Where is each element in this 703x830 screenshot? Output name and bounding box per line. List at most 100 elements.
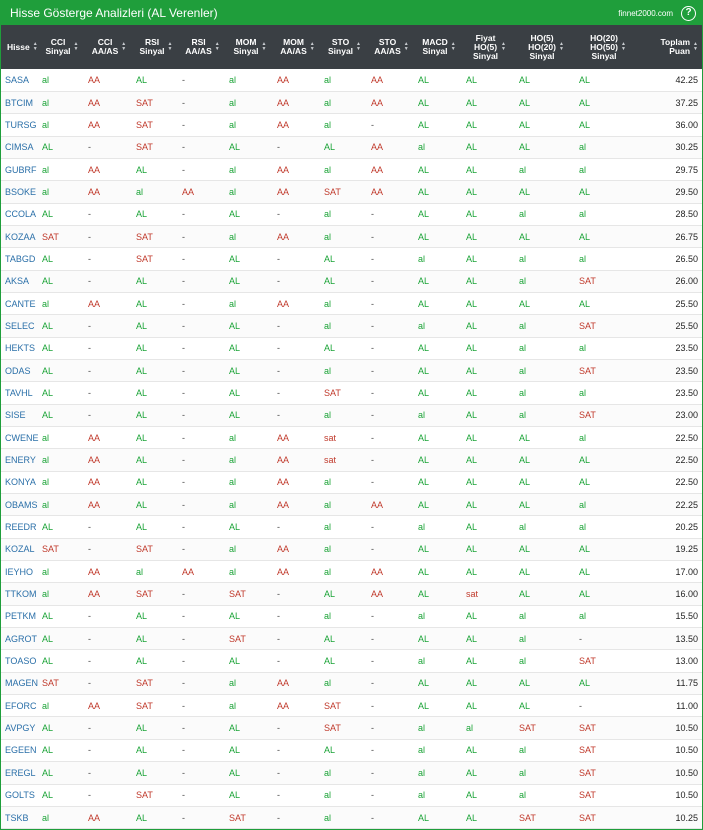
column-header-2[interactable]: CCI AA/AS ▲ ▼: [85, 25, 133, 69]
column-header-12[interactable]: HO(20) HO(50) Sinyal ▲ ▼: [576, 25, 640, 69]
sort-arrows-icon[interactable]: ▲ ▼: [74, 42, 79, 52]
table-row[interactable]: EREGL AL - AL - AL - al - al AL al SAT 10.50: [1, 761, 702, 784]
table-row[interactable]: CWENE al AA AL - al AA sat - AL AL AL al 22.50: [1, 426, 702, 449]
stock-symbol-link[interactable]: EREGL: [1, 762, 39, 784]
stock-symbol-link[interactable]: ODAS: [1, 359, 39, 381]
stock-symbol-link[interactable]: EGEEN: [1, 739, 39, 761]
stock-symbol-link[interactable]: KOZAA: [1, 225, 39, 247]
column-header-4[interactable]: RSI AA/AS ▲ ▼: [179, 25, 226, 69]
table-row[interactable]: SISE AL - AL - AL - al - al AL al SAT 23.00: [1, 404, 702, 427]
table-row[interactable]: TAVHL AL - AL - AL - SAT - AL AL al al 23.50: [1, 381, 702, 405]
stock-symbol-link[interactable]: BSOKE: [1, 181, 39, 203]
stock-symbol-link[interactable]: SISE: [1, 404, 39, 426]
table-row[interactable]: TSKB al AA AL - SAT - al - AL AL SAT SAT 10.25: [1, 806, 702, 829]
table-row[interactable]: MAGEN SAT - SAT - al AA al - AL AL AL AL 11.75: [1, 672, 702, 695]
stock-symbol-link[interactable]: IEYHO: [1, 561, 39, 583]
column-header-11[interactable]: HO(5) HO(20) Sinyal ▲ ▼: [516, 25, 576, 69]
stock-symbol-link[interactable]: CCOLA: [1, 203, 39, 225]
column-header-9[interactable]: MACD Sinyal ▲ ▼: [415, 25, 463, 69]
table-row[interactable]: SELEC AL - AL - AL - al - al AL al SAT 25.50: [1, 314, 702, 338]
stock-symbol-link[interactable]: CWENE: [1, 427, 39, 449]
table-row[interactable]: EGEEN AL - AL - AL - AL - al AL al SAT 10.50: [1, 739, 702, 762]
stock-symbol-link[interactable]: TSKB: [1, 806, 39, 828]
table-row[interactable]: TABGD AL - SAT - AL - AL - al AL al al 26.50: [1, 247, 702, 271]
column-header-10[interactable]: Fiyat HO(5) Sinyal ▲ ▼: [463, 25, 516, 69]
stock-symbol-link[interactable]: TAVHL: [1, 382, 39, 404]
sort-arrows-icon[interactable]: ▲ ▼: [559, 42, 564, 52]
stock-symbol-link[interactable]: ENERY: [1, 449, 39, 471]
table-row[interactable]: ODAS AL - AL - AL - al - AL AL al SAT 23.50: [1, 359, 702, 382]
table-row[interactable]: TTKOM al AA SAT - SAT - AL AA AL sat AL AL 16.00: [1, 582, 702, 606]
stock-symbol-link[interactable]: MAGEN: [1, 672, 39, 694]
table-row[interactable]: TURSG al AA SAT - al AA al - AL AL AL AL 36.00: [1, 113, 702, 137]
stock-symbol-link[interactable]: EFORC: [1, 695, 39, 717]
table-row[interactable]: KOZAA SAT - SAT - al AA al - AL AL AL AL 26.75: [1, 225, 702, 248]
table-row[interactable]: REEDR AL - AL - AL - al - al AL al al 20.25: [1, 515, 702, 539]
table-row[interactable]: ENERY al AA AL - al AA sat - AL AL AL AL 22.50: [1, 448, 702, 472]
column-header-1[interactable]: CCI Sinyal ▲ ▼: [39, 25, 85, 69]
sort-arrows-icon[interactable]: ▲ ▼: [621, 42, 626, 52]
signal-cell: AL: [466, 522, 478, 533]
stock-symbol-link[interactable]: AGROT: [1, 628, 39, 650]
stock-symbol-link[interactable]: TABGD: [1, 248, 39, 270]
sort-arrows-icon[interactable]: ▲ ▼: [310, 42, 315, 52]
table-row[interactable]: BTCIM al AA SAT - al AA al AA AL AL AL AL 37.25: [1, 91, 702, 114]
stock-symbol-link[interactable]: GOLTS: [1, 784, 39, 806]
column-header-5[interactable]: MOM Sinyal ▲ ▼: [226, 25, 274, 69]
table-row[interactable]: GOLTS AL - SAT - AL - al - al AL al SAT 10.50: [1, 784, 702, 807]
table-row[interactable]: EFORC al AA SAT - al AA SAT - AL AL AL -11.00: [1, 694, 702, 717]
stock-symbol-link[interactable]: PETKM: [1, 605, 39, 627]
sort-arrows-icon[interactable]: ▲ ▼: [356, 42, 361, 52]
table-row[interactable]: HEKTS AL - AL - AL - AL - AL AL al al 23.50: [1, 337, 702, 360]
stock-symbol-link[interactable]: KONYA: [1, 471, 39, 493]
stock-symbol-link[interactable]: SELEC: [1, 315, 39, 337]
stock-symbol-link[interactable]: HEKTS: [1, 337, 39, 359]
stock-symbol-link[interactable]: KOZAL: [1, 538, 39, 560]
table-row[interactable]: AVPGY AL - AL - AL - SAT - al al SAT SAT 10.50: [1, 716, 702, 740]
table-row[interactable]: OBAMS al AA AL - al AA al AA AL AL AL al 22.25: [1, 493, 702, 516]
table-row[interactable]: GUBRF al AA AL - al AA al AA AL AL al al 29.75: [1, 158, 702, 181]
table-row[interactable]: KONYA al AA AL - al AA al - AL AL AL AL 22.50: [1, 471, 702, 494]
column-header-3[interactable]: RSI Sinyal ▲ ▼: [133, 25, 179, 69]
sort-arrows-icon[interactable]: ▲ ▼: [168, 42, 173, 52]
stock-symbol-link[interactable]: TURSG: [1, 114, 39, 136]
stock-symbol-link[interactable]: BTCIM: [1, 91, 39, 113]
stock-symbol-link[interactable]: CIMSA: [1, 136, 39, 158]
table-row[interactable]: BSOKE al AA al AA al AA SAT AA AL AL AL AL 29.50: [1, 180, 702, 204]
table-row[interactable]: CCOLA AL - AL - AL - al - AL AL al al 28.50: [1, 203, 702, 226]
table-row[interactable]: SASA al AA AL - al AA al AA AL AL AL AL 42.25: [1, 69, 702, 92]
stock-symbol-link[interactable]: AVPGY: [1, 717, 39, 739]
column-header-7[interactable]: STO Sinyal ▲ ▼: [321, 25, 368, 69]
sort-arrows-icon[interactable]: ▲ ▼: [451, 42, 456, 52]
stock-symbol-link[interactable]: TOASO: [1, 650, 39, 672]
column-header-0[interactable]: Hisse ▲ ▼: [1, 25, 39, 69]
stock-symbol-link[interactable]: CANTE: [1, 292, 39, 314]
sort-arrows-icon[interactable]: ▲ ▼: [121, 42, 126, 52]
question-circle-icon[interactable]: ?: [681, 5, 696, 21]
sort-arrows-icon[interactable]: ▲ ▼: [33, 42, 38, 52]
signal-cell: al: [229, 544, 237, 555]
sort-arrows-icon[interactable]: ▲ ▼: [262, 42, 267, 52]
column-header-13[interactable]: Toplam Puan ▲ ▼: [640, 25, 702, 69]
table-row[interactable]: IEYHO al AA al AA al AA al AA AL AL AL AL 17.00: [1, 560, 702, 583]
table-row[interactable]: PETKM AL - AL - AL - al - al AL al al 15.50: [1, 605, 702, 628]
sort-arrows-icon[interactable]: ▲ ▼: [404, 42, 409, 52]
stock-symbol-link[interactable]: TTKOM: [1, 583, 39, 605]
column-header-6[interactable]: MOM AA/AS ▲ ▼: [274, 25, 321, 69]
site-logo[interactable]: finnet2000.com: [618, 9, 673, 18]
sort-arrows-icon[interactable]: ▲ ▼: [693, 42, 698, 52]
table-row[interactable]: CANTE al AA AL - al AA al - AL AL AL AL 25.50: [1, 292, 702, 315]
table-row[interactable]: CIMSA AL - SAT - AL - AL AA al AL AL al 30.25: [1, 136, 702, 159]
stock-symbol-link[interactable]: REEDR: [1, 516, 39, 538]
table-row[interactable]: TOASO AL - AL - AL - AL - al AL al SAT 13.00: [1, 649, 702, 673]
stock-symbol-link[interactable]: GUBRF: [1, 158, 39, 180]
stock-symbol-link[interactable]: SASA: [1, 69, 39, 91]
table-row[interactable]: AGROT AL - AL - SAT - AL - AL AL al -13.50: [1, 627, 702, 650]
stock-symbol-link[interactable]: AKSA: [1, 270, 39, 292]
sort-arrows-icon[interactable]: ▲ ▼: [501, 42, 506, 52]
sort-arrows-icon[interactable]: ▲ ▼: [215, 42, 220, 52]
table-row[interactable]: AKSA AL - AL - AL - AL - AL AL al SAT 26.00: [1, 270, 702, 293]
stock-symbol-link[interactable]: OBAMS: [1, 494, 39, 516]
column-header-8[interactable]: STO AA/AS ▲ ▼: [368, 25, 415, 69]
table-row[interactable]: KOZAL SAT - SAT - al AA al - AL AL AL AL 19.25: [1, 538, 702, 561]
